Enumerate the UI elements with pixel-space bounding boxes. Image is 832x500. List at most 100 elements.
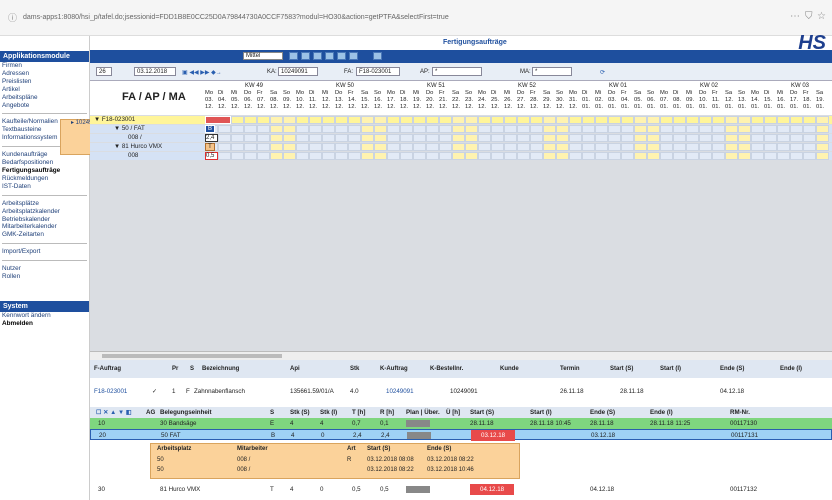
- column-header[interactable]: AG: [146, 407, 155, 418]
- horizontal-scrollbar[interactable]: [90, 351, 832, 360]
- day-cell: [803, 143, 816, 151]
- day-cell: [712, 125, 725, 133]
- grid-icon[interactable]: [325, 52, 334, 60]
- sidebar-item-arbeitsplne[interactable]: Arbeitspläne: [0, 94, 89, 102]
- column-header[interactable]: Ende (S): [590, 407, 615, 418]
- day-label: Sa: [270, 90, 278, 96]
- toolbar-icons[interactable]: ☐ ✕ ▲ ▼ ◧: [96, 407, 132, 418]
- column-header[interactable]: Start (I): [660, 366, 681, 372]
- column-header[interactable]: Ü [h]: [446, 407, 460, 418]
- sidebar-item-istdaten[interactable]: IST-Daten: [0, 183, 89, 191]
- menu-icon[interactable]: ⋯: [790, 11, 800, 22]
- column-header[interactable]: Stk (S): [290, 407, 310, 418]
- day-cell: [569, 143, 582, 151]
- scrollbar-thumb[interactable]: [102, 354, 282, 358]
- column-header[interactable]: Start (S): [470, 407, 494, 418]
- day-cell: [595, 116, 608, 124]
- column-header[interactable]: S: [190, 366, 194, 372]
- column-header[interactable]: R [h]: [380, 407, 394, 418]
- sidebar-item-mitarbeiterkalender[interactable]: Mitarbeiterkalender: [0, 223, 89, 231]
- column-header[interactable]: Stk: [350, 366, 359, 372]
- expand-icon[interactable]: [289, 52, 298, 60]
- cell-value: 00117130: [730, 420, 758, 427]
- column-header[interactable]: Ende (S): [720, 366, 744, 372]
- section-system: System: [0, 300, 89, 312]
- sidebar-item-rollen[interactable]: Rollen: [0, 273, 89, 281]
- column-header[interactable]: T [h]: [352, 407, 365, 418]
- sidebar-item-nutzer[interactable]: Nutzer: [0, 265, 89, 273]
- operation-row[interactable]: 10 30 Bandsäge E 4 4 0,7 0,1 28.11.18 28.11.18 1…: [90, 418, 832, 429]
- shield-icon[interactable]: ⛉: [805, 11, 813, 22]
- column-header[interactable]: Kunde: [500, 366, 519, 372]
- column-header[interactable]: S: [270, 407, 274, 418]
- column-header[interactable]: Plan | Über.: [406, 407, 440, 418]
- sidebar-item-bedarfspositionen[interactable]: Bedarfspositionen: [0, 159, 89, 167]
- sidebar-item-betriebskalender[interactable]: Betriebskalender: [0, 216, 89, 224]
- browser-address-bar[interactable]: ⓘ dams-apps1:8080/hsi_p/tafel.do;jsessio…: [0, 0, 832, 36]
- column-header[interactable]: Start (I): [530, 407, 552, 418]
- day-cell: [608, 143, 621, 151]
- list-icon[interactable]: [337, 52, 346, 60]
- column-header[interactable]: K-Bestellnr.: [430, 366, 463, 372]
- view-mode-select[interactable]: Mittel: [243, 52, 283, 60]
- sidebar-item-angebote[interactable]: Angebote: [0, 102, 89, 110]
- filter-icon[interactable]: [313, 52, 322, 60]
- star-icon[interactable]: ☆: [817, 11, 826, 22]
- sidebar-item-fertigungsauftrge[interactable]: Fertigungsaufträge: [0, 167, 89, 175]
- sidebar-item-arbeitsplatzkalender[interactable]: Arbeitsplatzkalender: [0, 208, 89, 216]
- day-cell: [517, 134, 530, 142]
- day-cell: [764, 116, 777, 124]
- fa-input[interactable]: F18-023001: [356, 67, 400, 76]
- sidebar-item-adressen[interactable]: Adressen: [0, 70, 89, 78]
- column-header[interactable]: Bezeichnung: [202, 366, 239, 372]
- column-header[interactable]: Api: [290, 366, 300, 372]
- date-input[interactable]: 03.12.2018: [134, 67, 176, 76]
- day-cell: [504, 116, 517, 124]
- sidebar-item-kennwortndern[interactable]: Kennwort ändern: [0, 312, 89, 320]
- ka-input[interactable]: 10249091: [278, 67, 318, 76]
- column-header[interactable]: K-Auftrag: [380, 366, 408, 372]
- day-cell: [452, 143, 465, 151]
- date-label: 11.: [309, 97, 317, 103]
- column-header[interactable]: F-Auftrag: [94, 366, 121, 372]
- settings-icon[interactable]: [373, 52, 382, 60]
- zoom-icon[interactable]: [301, 52, 310, 60]
- sidebar-item-preislisten[interactable]: Preislisten: [0, 78, 89, 86]
- column-header[interactable]: Termin: [560, 366, 580, 372]
- day-cell: [660, 152, 673, 160]
- day-label: Mi: [595, 90, 602, 96]
- calendar-icon[interactable]: [349, 52, 358, 60]
- sidebar-item-importexport[interactable]: Import/Export: [0, 248, 89, 256]
- column-header[interactable]: Belegungseinheit: [160, 407, 212, 418]
- sidebar-item-gmkzeitarten[interactable]: GMK-Zeitarten: [0, 231, 89, 239]
- column-header[interactable]: Ende (I): [650, 407, 673, 418]
- day-cell: [296, 134, 309, 142]
- sidebar-item-abmelden[interactable]: Abmelden: [0, 320, 89, 328]
- operation-row[interactable]: 20 50 FAT B 4 0 2,4 2,4 03.12.18 03.12.18 0011713…: [90, 429, 832, 441]
- operation-row[interactable]: 30 81 Hurco VMX T 4 0 0,5 0,5 04.12.18 04.12.18 0…: [90, 484, 832, 495]
- column-header[interactable]: RM-Nr.: [730, 407, 750, 418]
- column-header[interactable]: Stk (I): [320, 407, 337, 418]
- column-header[interactable]: Pr: [172, 366, 178, 372]
- day-cell: [413, 143, 426, 151]
- column-header[interactable]: Ende (I): [780, 366, 802, 372]
- column-header[interactable]: Start (S): [610, 366, 633, 372]
- ap-input[interactable]: *: [432, 67, 482, 76]
- day-cell: [426, 143, 439, 151]
- sidebar-item-firmen[interactable]: Firmen: [0, 62, 89, 70]
- gantt-chart[interactable]: FA / AP / MA KW 49 KW 50 KW 51 KW 52 KW 01 KW…: [90, 81, 832, 351]
- day-cell: [608, 125, 621, 133]
- sidebar-item-arbeitspltze[interactable]: Arbeitsplätze: [0, 200, 89, 208]
- day-cell: [322, 125, 335, 133]
- refresh-icon[interactable]: ⟳: [600, 69, 605, 76]
- sidebar-item-artikel[interactable]: Artikel: [0, 86, 89, 94]
- weeks-select[interactable]: 26: [96, 67, 112, 76]
- sidebar-item-rckmeldungen[interactable]: Rückmeldungen: [0, 175, 89, 183]
- url-text[interactable]: dams-apps1:8080/hsi_p/tafel.do;jsessioni…: [23, 14, 449, 21]
- order-row[interactable]: F18-023001 ✓ 1 F Zahnnabenflansch 135661.59/0…: [90, 385, 832, 399]
- nav-arrows-icon[interactable]: ▣ ◀◀ ▶▶ ◆→: [182, 69, 222, 76]
- day-cell: [751, 134, 764, 142]
- day-cell: [348, 125, 361, 133]
- day-label: Mi: [686, 90, 693, 96]
- ma-input[interactable]: *: [532, 67, 572, 76]
